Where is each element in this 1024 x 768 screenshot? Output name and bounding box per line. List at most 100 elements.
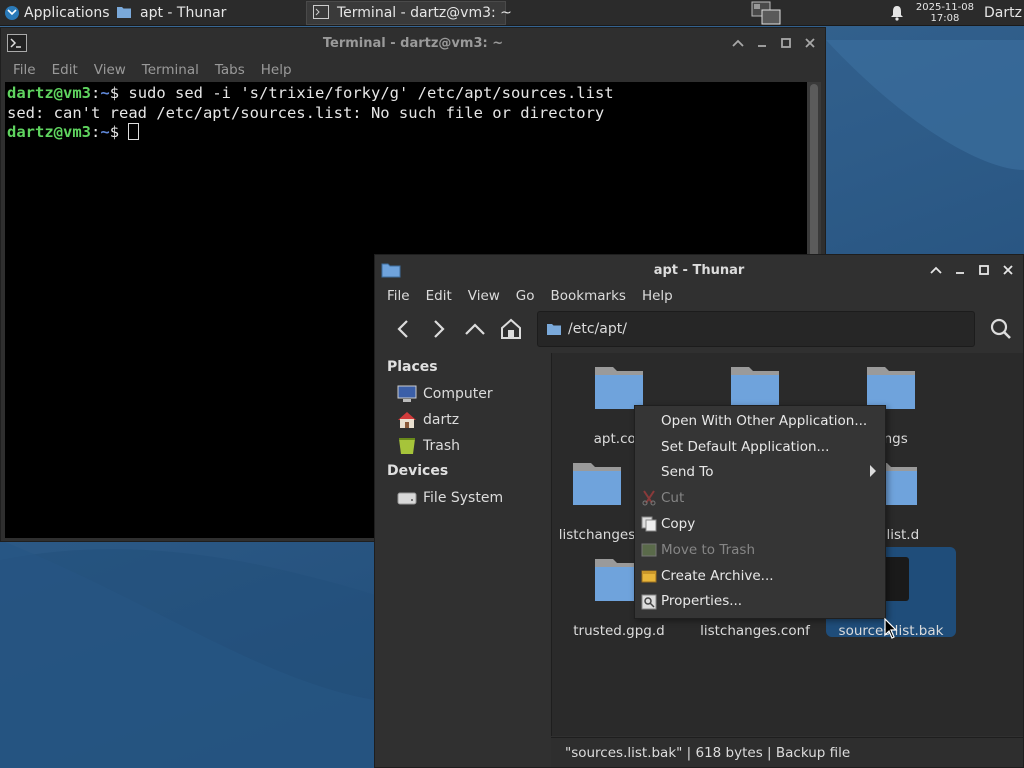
ctx-copy[interactable]: Copy: [635, 511, 885, 537]
ctx-properties[interactable]: Properties...: [635, 589, 885, 615]
search-button[interactable]: [987, 315, 1015, 343]
thunar-title: apt - Thunar: [653, 262, 745, 278]
maximize-button[interactable]: [777, 34, 795, 52]
ctx-open-with-other[interactable]: Open With Other Application...: [635, 408, 885, 434]
user-menu[interactable]: Dartz: [984, 5, 1024, 21]
context-menu: Open With Other Application... Set Defau…: [634, 405, 886, 619]
applications-menu-button[interactable]: Applications: [0, 0, 110, 26]
ctx-move-to-trash[interactable]: Move to Trash: [635, 537, 885, 563]
chevron-up-icon: [930, 266, 942, 274]
trash-icon: [397, 437, 417, 455]
menu-go[interactable]: Go: [508, 288, 543, 304]
sidebar-item-trash[interactable]: Trash: [375, 433, 551, 459]
close-button[interactable]: [999, 261, 1017, 279]
folder-icon: [546, 322, 562, 336]
search-icon: [990, 318, 1011, 339]
terminal-line: sed: can't read /etc/apt/sources.list: N…: [7, 103, 605, 122]
ctx-set-default-app[interactable]: Set Default Application...: [635, 434, 885, 460]
chevron-right-icon: [869, 464, 877, 482]
menu-file[interactable]: File: [379, 288, 418, 304]
terminal-title: Terminal - dartz@vm3: ~: [322, 35, 504, 51]
minimize-button[interactable]: [753, 34, 771, 52]
ctx-create-archive[interactable]: Create Archive...: [635, 563, 885, 589]
file-label: listchanges.conf: [700, 623, 810, 639]
file-label: trusted.gpg.d: [573, 623, 665, 639]
prompt-path: ~: [100, 123, 110, 141]
drive-icon: [397, 489, 417, 507]
menu-terminal[interactable]: Terminal: [134, 62, 207, 78]
prompt-user: dartz@vm3: [7, 84, 91, 102]
menu-tabs[interactable]: Tabs: [207, 62, 253, 78]
menu-file[interactable]: File: [5, 62, 44, 78]
terminal-line: dartz@vm3:~$: [7, 123, 807, 143]
home-button[interactable]: [493, 311, 529, 347]
back-button[interactable]: [385, 311, 421, 347]
archive-icon: [641, 568, 657, 584]
forward-button[interactable]: [421, 311, 457, 347]
maximize-icon: [979, 265, 989, 275]
computer-icon: [397, 385, 417, 403]
shade-button[interactable]: [729, 34, 747, 52]
prompt-path: ~: [100, 84, 110, 102]
clock[interactable]: 2025-11-08 17:08: [916, 2, 974, 24]
terminal-titlebar[interactable]: Terminal - dartz@vm3: ~: [1, 28, 825, 58]
menu-edit[interactable]: Edit: [44, 62, 86, 78]
terminal-icon: [7, 34, 27, 52]
menu-view[interactable]: View: [460, 288, 508, 304]
menu-view[interactable]: View: [86, 62, 134, 78]
thunar-menubar: File Edit View Go Bookmarks Help: [375, 285, 1023, 307]
workspace-icon: [751, 1, 781, 24]
terminal-line: dartz@vm3:~$ sudo sed -i 's/trixie/forky…: [7, 84, 614, 102]
sidebar-item-filesystem[interactable]: File System: [375, 485, 551, 511]
text-cursor: [128, 123, 140, 140]
clock-date: 2025-11-08: [915, 1, 974, 13]
location-bar[interactable]: /etc/apt/: [537, 311, 975, 347]
sidebar-item-label: Computer: [423, 386, 493, 402]
copy-icon: [641, 516, 657, 532]
menu-edit[interactable]: Edit: [418, 288, 460, 304]
menu-help[interactable]: Help: [253, 62, 300, 78]
terminal-icon: [313, 4, 329, 21]
minimize-icon: [758, 45, 766, 47]
sidebar-item-computer[interactable]: Computer: [375, 381, 551, 407]
parent-folder-button[interactable]: [457, 311, 493, 347]
notification-bell-icon[interactable]: [884, 5, 910, 21]
menu-help[interactable]: Help: [634, 288, 681, 304]
sidebar-item-label: Trash: [423, 438, 460, 454]
workspace-switcher[interactable]: [748, 0, 784, 26]
shade-button[interactable]: [927, 261, 945, 279]
close-icon: [1003, 265, 1013, 275]
ctx-cut[interactable]: Cut: [635, 485, 885, 511]
properties-icon: [641, 594, 657, 610]
maximize-button[interactable]: [975, 261, 993, 279]
chevron-left-icon: [397, 320, 408, 338]
taskbar-item-thunar[interactable]: apt - Thunar: [110, 0, 306, 26]
folder-icon: [573, 463, 621, 505]
applications-label: Applications: [24, 4, 110, 21]
location-path: /etc/apt/: [568, 321, 627, 337]
command-text: sudo sed -i 's/trixie/forky/g' /etc/apt/…: [128, 84, 614, 102]
maximize-icon: [781, 38, 791, 48]
places-header: Places: [387, 359, 438, 375]
home-icon: [397, 411, 417, 429]
taskbar-item-terminal[interactable]: Terminal - dartz@vm3: ~: [306, 0, 512, 25]
status-bar: "sources.list.bak" | 618 bytes | Backup …: [551, 737, 1023, 767]
ctx-send-to[interactable]: Send To: [635, 460, 885, 486]
folder-icon: [381, 261, 401, 279]
close-icon: [805, 38, 815, 48]
minimize-button[interactable]: [951, 261, 969, 279]
top-panel: Applications apt - Thunar Terminal - dar…: [0, 0, 1024, 26]
trash-icon: [641, 542, 657, 558]
thunar-titlebar[interactable]: apt - Thunar: [375, 255, 1023, 285]
prompt-user: dartz@vm3: [7, 123, 91, 141]
taskbar-item-label: Terminal - dartz@vm3: ~: [337, 4, 512, 21]
menu-bookmarks[interactable]: Bookmarks: [543, 288, 634, 304]
sidebar: Places Computer dartz Trash Devices File…: [375, 353, 551, 736]
sidebar-item-label: dartz: [423, 412, 460, 428]
sidebar-item-home[interactable]: dartz: [375, 407, 551, 433]
home-icon: [501, 318, 521, 339]
close-button[interactable]: [801, 34, 819, 52]
mouse-pointer-icon: [884, 618, 898, 639]
minimize-icon: [956, 272, 964, 274]
clock-time: 17:08: [930, 12, 960, 24]
